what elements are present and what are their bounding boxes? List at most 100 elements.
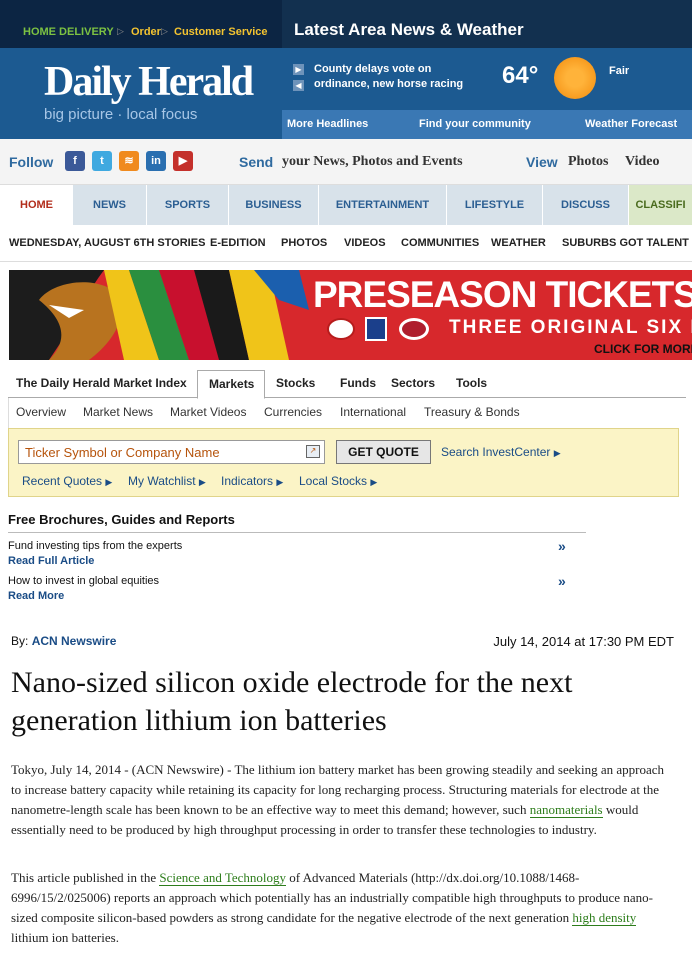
indicators-link[interactable]: Indicators ▶: [221, 474, 283, 488]
tab-tools[interactable]: Tools: [456, 376, 487, 390]
rss-icon[interactable]: ≋: [119, 151, 139, 171]
subnav-videos[interactable]: VIDEOS: [344, 237, 386, 249]
subnav-stories[interactable]: WEDNESDAY, AUGUST 6TH STORIES: [9, 237, 205, 249]
tab-lifestyle[interactable]: LIFESTYLE: [446, 185, 542, 225]
recent-quotes-link[interactable]: Recent Quotes ▶: [22, 474, 112, 488]
photos-link[interactable]: Photos: [568, 154, 608, 170]
customer-service-link[interactable]: Customer Service: [174, 26, 268, 38]
facebook-icon[interactable]: f: [65, 151, 85, 171]
weather-box: ▶ ◀ County delays vote on ordinance, new…: [282, 48, 692, 110]
subtab-currencies[interactable]: Currencies: [264, 405, 322, 419]
headline-ticker[interactable]: County delays vote on ordinance, new hor…: [314, 62, 484, 92]
ticker-placeholder: Ticker Symbol or Company Name: [25, 445, 220, 460]
markets-tabs: The Daily Herald Market Index Markets St…: [8, 370, 686, 399]
article-headline: Nano-sized silicon oxide electrode for t…: [11, 666, 573, 737]
video-link[interactable]: Video: [625, 154, 659, 170]
byline-label: By:: [11, 634, 29, 648]
get-quote-button[interactable]: GET QUOTE: [336, 440, 431, 464]
nanomaterials-link[interactable]: nanomaterials: [529, 802, 603, 818]
send-label[interactable]: Send: [239, 154, 273, 170]
send-text[interactable]: your News, Photos and Events: [282, 154, 463, 170]
local-stocks-link[interactable]: Local Stocks ▶: [299, 474, 377, 488]
follow-label: Follow: [9, 154, 54, 170]
subnav-communities[interactable]: COMMUNITIES: [401, 237, 479, 249]
news-weather-header: Latest Area News & Weather: [282, 0, 692, 48]
search-investcenter-link[interactable]: Search InvestCenter ▶: [441, 445, 561, 459]
tab-news[interactable]: NEWS: [72, 185, 146, 225]
tab-markets[interactable]: Markets: [197, 370, 265, 399]
tab-sectors[interactable]: Sectors: [391, 376, 435, 390]
indicators-label: Indicators: [221, 474, 274, 488]
find-community-link[interactable]: Find your community: [419, 118, 531, 130]
read-full-article-link[interactable]: Read Full Article: [8, 555, 94, 567]
tab-market-index[interactable]: The Daily Herald Market Index: [16, 376, 187, 390]
tab-funds[interactable]: Funds: [340, 376, 376, 390]
subnav-weather[interactable]: WEATHER: [491, 237, 546, 249]
brochures-title: Free Brochures, Guides and Reports: [8, 512, 235, 527]
arrow-right-icon: ▶: [370, 477, 378, 487]
high-density-link[interactable]: high density: [572, 910, 637, 926]
tab-classified[interactable]: CLASSIFI: [628, 185, 692, 225]
more-headlines-link[interactable]: More Headlines: [287, 118, 368, 130]
article-paragraph: Tokyo, July 14, 2014 - (ACN Newswire) - …: [11, 760, 676, 840]
arrow-right-icon: ▶: [105, 477, 113, 487]
brochure-item-text[interactable]: How to invest in global equities: [8, 575, 159, 587]
subtab-market-news[interactable]: Market News: [83, 405, 153, 419]
ad-banner[interactable]: PRESEASON TICKETS ON SALE NO THREE ORIGI…: [9, 270, 692, 360]
rangers-logo-icon: [365, 317, 387, 341]
sun-icon: [554, 57, 596, 99]
arrow-icon: ▷: [117, 26, 124, 36]
subtab-overview[interactable]: Overview: [16, 405, 66, 419]
subnav-suburbs-got-talent[interactable]: SUBURBS GOT TALENT: [562, 237, 689, 249]
sub-nav: WEDNESDAY, AUGUST 6TH STORIES E-EDITION …: [0, 226, 692, 262]
ad-cta[interactable]: CLICK FOR MORE: [594, 342, 692, 356]
double-chevron-icon[interactable]: »: [558, 538, 566, 554]
linkedin-icon[interactable]: in: [146, 151, 166, 171]
paragraph-text: This article published in the: [11, 870, 160, 885]
twitter-icon[interactable]: t: [92, 151, 112, 171]
ad-headline: PRESEASON TICKETS ON SALE NO: [313, 274, 692, 315]
prev-arrow-icon[interactable]: ◀: [293, 80, 304, 91]
top-utility-bar: HOME DELIVERY ▷ Order ▷ Customer Service: [0, 0, 282, 48]
temperature: 64°: [502, 62, 539, 89]
tab-discuss[interactable]: DISCUSS: [542, 185, 628, 225]
my-watchlist-label: My Watchlist: [128, 474, 196, 488]
ad-subline: THREE ORIGINAL SIX MATCH: [449, 317, 692, 338]
ticker-input[interactable]: Ticker Symbol or Company Name ↗: [18, 440, 325, 464]
logo-area[interactable]: Daily Herald big picture · local focus: [0, 48, 282, 139]
site-logo[interactable]: Daily Herald: [44, 58, 254, 106]
brochure-item-text[interactable]: Fund investing tips from the experts: [8, 540, 182, 552]
next-arrow-icon[interactable]: ▶: [293, 64, 304, 75]
tab-business[interactable]: BUSINESS: [228, 185, 318, 225]
my-watchlist-link[interactable]: My Watchlist ▶: [128, 474, 206, 488]
order-link[interactable]: Order: [131, 26, 161, 38]
subnav-photos[interactable]: PHOTOS: [281, 237, 327, 249]
science-technology-link[interactable]: Science and Technology: [159, 870, 287, 886]
local-stocks-label: Local Stocks: [299, 474, 368, 488]
chart-icon[interactable]: ↗: [306, 445, 320, 458]
arrow-right-icon: ▶: [198, 477, 206, 487]
author-link[interactable]: ACN Newswire: [32, 634, 117, 648]
view-label: View: [526, 154, 558, 170]
canadiens-logo-icon: [399, 318, 429, 340]
read-more-link[interactable]: Read More: [8, 590, 64, 602]
arrow-right-icon: ▶: [276, 477, 284, 487]
subtab-treasury-bonds[interactable]: Treasury & Bonds: [424, 405, 520, 419]
double-chevron-icon[interactable]: »: [558, 573, 566, 589]
subtab-international[interactable]: International: [340, 405, 406, 419]
subnav-e-edition[interactable]: E-EDITION: [210, 237, 266, 249]
tab-home[interactable]: HOME: [0, 185, 72, 225]
tab-entertainment[interactable]: ENTERTAINMENT: [318, 185, 446, 225]
markets-subtabs: Overview Market News Market Videos Curre…: [8, 398, 686, 428]
subtab-market-videos[interactable]: Market Videos: [170, 405, 246, 419]
arrow-right-icon: ▶: [553, 448, 561, 458]
youtube-icon[interactable]: ▶: [173, 151, 193, 171]
quote-box: Ticker Symbol or Company Name ↗ GET QUOT…: [8, 428, 679, 497]
tab-sports[interactable]: SPORTS: [146, 185, 228, 225]
weather-forecast-link[interactable]: Weather Forecast: [585, 118, 677, 130]
arrow-icon: ▷: [161, 26, 168, 36]
tab-stocks[interactable]: Stocks: [276, 376, 315, 390]
home-delivery-link[interactable]: HOME DELIVERY: [23, 26, 114, 38]
site-tagline: big picture · local focus: [44, 106, 198, 123]
article-paragraph: This article published in the Science an…: [11, 868, 676, 948]
